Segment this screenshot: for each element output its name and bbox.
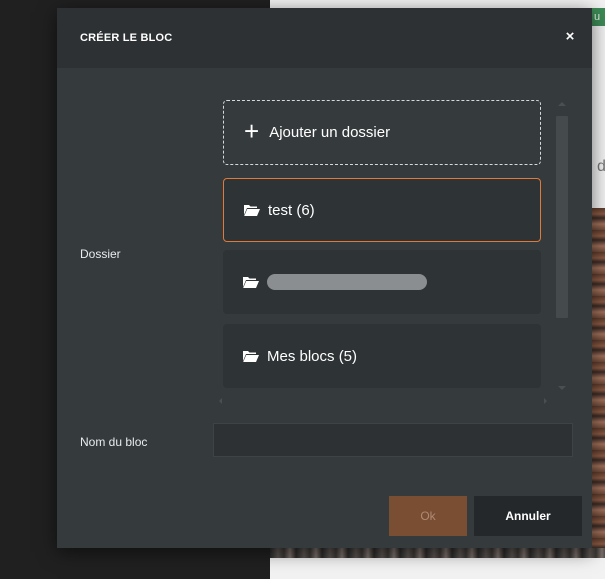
cancel-button[interactable]: Annuler	[474, 496, 582, 536]
folder-item-hidden[interactable]	[223, 250, 541, 314]
scroll-up-arrow-icon[interactable]	[558, 102, 566, 106]
redacted-label	[267, 274, 427, 290]
screen: u de CRÉER LE BLOC × Dossier + Ajouter u…	[0, 0, 605, 579]
folder-item-label: Mes blocs (5)	[267, 347, 358, 365]
create-block-modal: CRÉER LE BLOC × Dossier + Ajouter un dos…	[57, 8, 592, 548]
background-text-fragment: de	[597, 158, 605, 175]
scroll-down-arrow-icon[interactable]	[558, 386, 566, 390]
folder-label: Dossier	[80, 247, 121, 261]
scroll-left-arrow-icon[interactable]	[219, 398, 222, 404]
folder-list-vertical-scrollbar[interactable]	[555, 100, 569, 390]
add-folder-label: Ajouter un dossier	[269, 124, 391, 141]
block-name-label: Nom du bloc	[80, 435, 148, 449]
modal-title: CRÉER LE BLOC	[80, 32, 173, 44]
folder-list: + Ajouter un dossier test (6) Mes blocs …	[223, 98, 543, 398]
folder-item-label: test (6)	[268, 201, 315, 219]
folder-list-horizontal-scrollbar[interactable]	[217, 397, 547, 407]
background-image-bottom	[270, 548, 605, 558]
folder-item-test[interactable]: test (6)	[223, 178, 541, 242]
background-banner-text: u	[594, 11, 601, 23]
block-name-input[interactable]	[213, 423, 573, 457]
plus-icon: +	[244, 116, 260, 146]
add-folder-button[interactable]: + Ajouter un dossier	[223, 100, 541, 165]
ok-button[interactable]: Ok	[389, 496, 467, 536]
close-button[interactable]: ×	[560, 27, 580, 47]
scroll-right-arrow-icon[interactable]	[544, 398, 547, 404]
modal-header: CRÉER LE BLOC ×	[57, 8, 592, 68]
folder-open-icon	[244, 204, 260, 216]
folder-open-icon	[243, 350, 259, 362]
folder-item-mes-blocs[interactable]: Mes blocs (5)	[223, 324, 541, 388]
scrollbar-thumb[interactable]	[556, 116, 568, 318]
folder-open-icon	[243, 276, 259, 288]
